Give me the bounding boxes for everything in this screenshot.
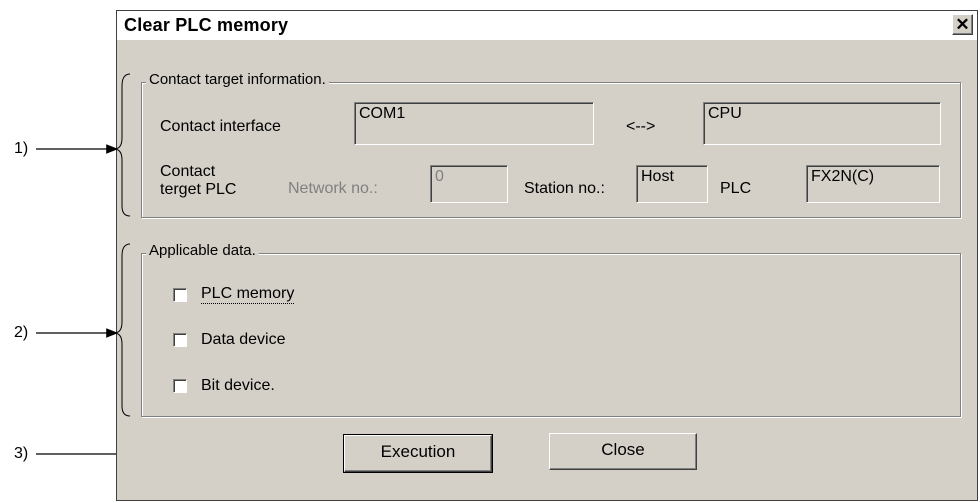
contact-interface-label: Contact interface [160, 118, 281, 135]
target-cpu-field: CPU [703, 102, 941, 145]
bit-device-checkbox-row[interactable]: Bit device. [173, 377, 275, 395]
close-button[interactable]: Close [549, 433, 697, 470]
plc-label: PLC [720, 180, 752, 197]
data-device-checkbox-row[interactable]: Data device [173, 331, 286, 349]
contact-interface-field: COM1 [354, 102, 594, 145]
plc-memory-checkbox-row[interactable]: PLC memory [173, 285, 295, 304]
station-no-label: Station no.: [524, 180, 605, 197]
contact-target-plc-label: Contact terget PLC [160, 163, 236, 199]
bit-device-checkbox-label[interactable]: Bit device. [201, 377, 275, 395]
contact-target-plc-label-line2: terget PLC [160, 181, 237, 198]
data-device-checkbox-label[interactable]: Data device [201, 331, 286, 349]
execution-button[interactable]: Execution [343, 434, 493, 473]
station-no-field: Host [636, 165, 708, 203]
applicable-data-legend: Applicable data. [146, 242, 259, 259]
link-arrow-text: <--> [626, 118, 656, 135]
network-no-field: 0 [430, 165, 508, 203]
plc-memory-checkbox-label[interactable]: PLC memory [201, 285, 295, 304]
data-device-checkbox[interactable] [173, 333, 187, 347]
contact-target-plc-label-line1: Contact [160, 163, 216, 180]
plc-type-field: FX2N(C) [806, 165, 940, 203]
contact-target-legend: Contact target information. [146, 71, 329, 88]
plc-memory-checkbox[interactable] [173, 287, 187, 302]
network-no-label: Network no.: [288, 180, 378, 197]
bit-device-checkbox[interactable] [173, 379, 187, 393]
